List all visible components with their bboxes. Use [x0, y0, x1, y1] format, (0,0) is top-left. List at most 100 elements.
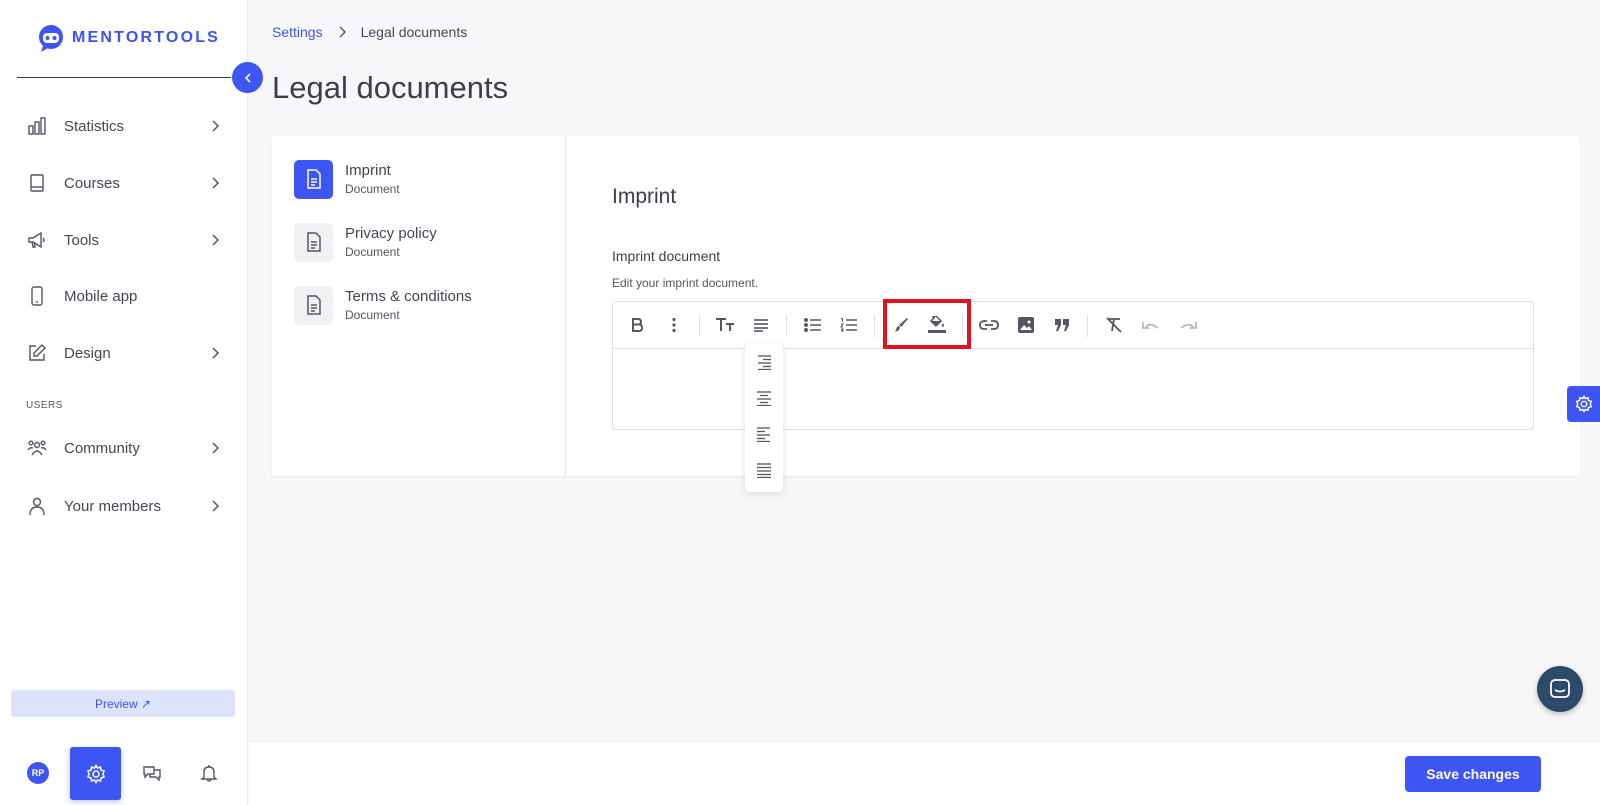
chevron-right-icon [208, 499, 222, 513]
book-icon [26, 172, 48, 194]
bold-icon [630, 317, 644, 333]
robot-logo-icon [36, 24, 66, 52]
align-left-option[interactable] [754, 424, 774, 444]
doc-item-imprint[interactable]: Imprint Document [294, 159, 544, 199]
page-title: Legal documents [272, 70, 509, 105]
bold-button[interactable] [626, 314, 648, 336]
support-chat-button[interactable] [1537, 666, 1583, 712]
bar-chart-icon [26, 115, 48, 137]
phone-icon [26, 285, 48, 307]
clear-format-button[interactable] [1103, 314, 1125, 336]
sidebar-item-courses[interactable]: Courses [26, 169, 222, 197]
align-button[interactable] [750, 314, 772, 336]
more-vertical-icon [671, 317, 677, 333]
field-label: Imprint document [612, 248, 721, 264]
bell-icon [199, 763, 219, 783]
chevron-right-icon [208, 441, 222, 455]
editor-toolbar [613, 302, 1533, 349]
avatar[interactable]: RP [27, 762, 49, 784]
chat-icon [142, 763, 162, 783]
align-right-icon [756, 354, 772, 370]
quote-button[interactable] [1051, 314, 1073, 336]
sidebar-item-tools[interactable]: Tools [26, 226, 222, 254]
floating-settings-button[interactable] [1567, 386, 1600, 422]
chevron-right-icon [208, 176, 222, 190]
sidebar-divider [17, 77, 231, 78]
align-justify-icon [756, 462, 772, 478]
gear-icon [86, 763, 106, 784]
toolbar-separator [699, 315, 700, 337]
color-tools-highlight [883, 299, 971, 349]
messages-button[interactable] [141, 762, 163, 784]
breadcrumb: Settings Legal documents [272, 24, 467, 40]
collapse-sidebar-button[interactable] [232, 62, 263, 93]
notifications-button[interactable] [198, 762, 220, 784]
text-size-button[interactable] [714, 314, 736, 336]
sidebar-item-community[interactable]: Community [26, 434, 222, 462]
person-icon [26, 495, 48, 517]
quote-icon [1055, 319, 1069, 331]
image-button[interactable] [1015, 314, 1037, 336]
card-divider [565, 136, 566, 476]
align-right-option[interactable] [754, 352, 774, 372]
image-icon [1018, 317, 1034, 333]
chevron-left-icon [242, 72, 254, 84]
doc-item-terms-conditions[interactable]: Terms & conditions Document [294, 285, 544, 325]
link-icon [979, 319, 999, 331]
align-dropdown [745, 344, 783, 492]
chevron-right-icon [337, 26, 347, 38]
pencil-icon [26, 342, 48, 364]
doc-subtitle: Document [345, 245, 400, 259]
chat-bubble-icon [1549, 678, 1571, 700]
brand-logo[interactable]: MENTORTOOLS [36, 24, 220, 52]
chevron-right-icon [208, 119, 222, 133]
toolbar-separator [786, 315, 787, 337]
undo-button[interactable] [1140, 314, 1162, 336]
doc-title: Imprint [345, 162, 391, 179]
bullet-list-icon [804, 318, 822, 332]
redo-button[interactable] [1177, 314, 1199, 336]
align-icon [753, 318, 769, 332]
redo-icon [1178, 319, 1198, 331]
doc-item-privacy-policy[interactable]: Privacy policy Document [294, 222, 544, 262]
users-section-label: USERS [26, 400, 63, 411]
breadcrumb-settings-link[interactable]: Settings [272, 24, 323, 40]
clear-format-icon [1105, 317, 1123, 333]
community-icon [26, 437, 48, 459]
sidebar-item-label: Courses [64, 174, 120, 192]
sidebar-bottom-bar: RP [0, 745, 248, 801]
link-button[interactable] [978, 314, 1000, 336]
numbered-list-icon [840, 318, 858, 332]
align-center-option[interactable] [754, 388, 774, 408]
editor-heading: Imprint [612, 185, 677, 208]
gear-icon [1575, 395, 1593, 413]
text-size-icon [715, 317, 735, 333]
align-justify-option[interactable] [754, 460, 774, 480]
bullet-list-button[interactable] [802, 314, 824, 336]
sidebar-item-label: Statistics [64, 117, 125, 135]
sidebar-item-label: Mobile app [64, 287, 138, 305]
sidebar-item-label: Tools [64, 231, 100, 249]
numbered-list-button[interactable] [838, 314, 860, 336]
sidebar-item-mobile-app[interactable]: Mobile app [26, 282, 222, 310]
sidebar-item-label: Your members [64, 497, 161, 515]
toolbar-separator [874, 315, 875, 337]
preview-button[interactable]: Preview ↗ [11, 690, 235, 717]
doc-subtitle: Document [345, 182, 400, 196]
sidebar-item-statistics[interactable]: Statistics [26, 112, 222, 140]
align-left-icon [756, 426, 772, 442]
save-changes-button[interactable]: Save changes [1405, 756, 1541, 792]
doc-title: Privacy policy [345, 225, 437, 242]
document-icon [294, 285, 333, 325]
settings-button[interactable] [70, 747, 121, 800]
align-center-icon [756, 390, 772, 406]
sidebar-item-your-members[interactable]: Your members [26, 492, 222, 520]
document-icon [294, 159, 333, 199]
undo-icon [1141, 319, 1161, 331]
sidebar-item-design[interactable]: Design [26, 339, 222, 367]
more-options-button[interactable] [663, 314, 685, 336]
doc-title: Terms & conditions [345, 288, 472, 305]
breadcrumb-current: Legal documents [360, 24, 468, 40]
brand-name: MENTORTOOLS [72, 29, 221, 46]
doc-subtitle: Document [345, 308, 400, 322]
